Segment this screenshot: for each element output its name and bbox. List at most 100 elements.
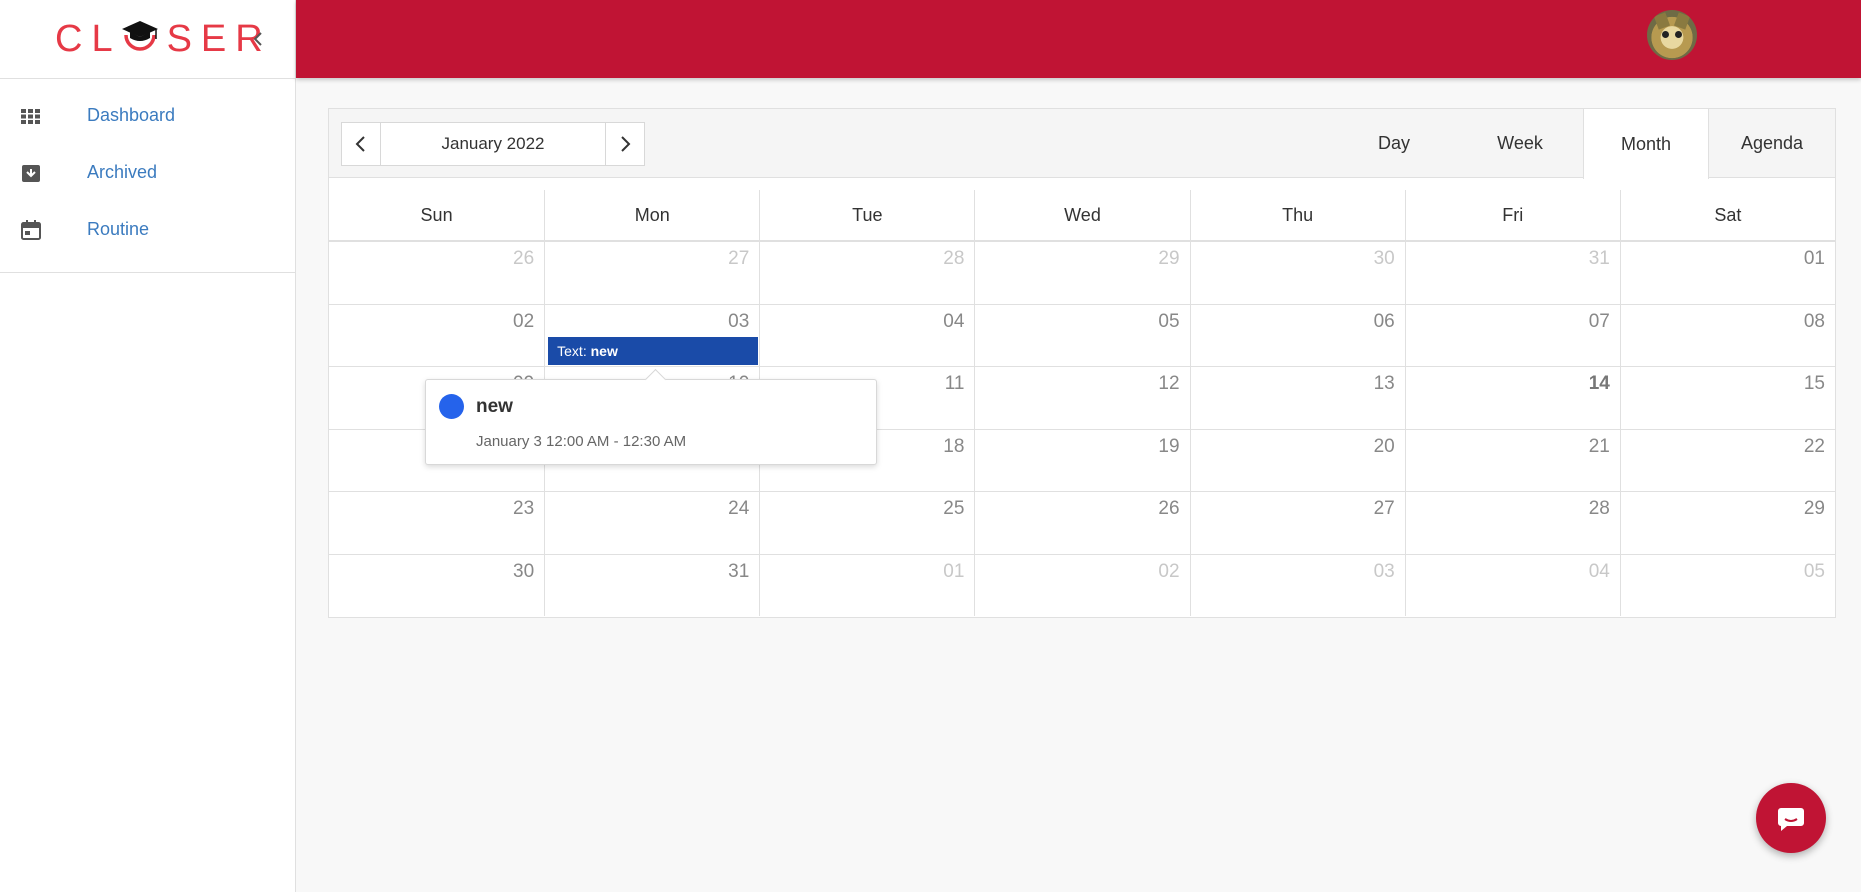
day-number: 26 — [513, 248, 535, 269]
avatar-ear — [1673, 12, 1691, 30]
month-calendar: January 2022 Day Week Month Agenda Sun M… — [328, 108, 1836, 618]
day-number: 30 — [513, 560, 535, 582]
day-cell[interactable]: 04 — [759, 303, 975, 366]
previous-month-button[interactable] — [342, 123, 380, 165]
logo-text-left: CL — [55, 18, 122, 60]
avatar-eye — [1662, 31, 1669, 38]
chevron-right-icon — [621, 136, 631, 152]
day-cell-today[interactable]: 14 — [1404, 366, 1620, 429]
day-cell[interactable]: 25 — [759, 491, 975, 554]
day-cell[interactable]: 31 — [1404, 241, 1620, 304]
view-week-tab[interactable]: Week — [1457, 109, 1583, 178]
day-number: 29 — [1158, 248, 1180, 269]
day-cell[interactable]: 29 — [1619, 491, 1835, 554]
day-cell[interactable]: 27 — [1189, 491, 1405, 554]
day-cell[interactable]: 26 — [974, 491, 1190, 554]
period-navigator: January 2022 — [341, 122, 645, 166]
day-cell[interactable]: 30 — [1189, 241, 1405, 304]
day-cell[interactable]: 08 — [1619, 303, 1835, 366]
day-cell[interactable]: 01 — [759, 553, 975, 616]
avatar-ear — [1653, 12, 1671, 30]
day-cell[interactable]: 31 — [544, 553, 760, 616]
sidebar-item-label: Archived — [87, 162, 158, 182]
day-number: 19 — [1158, 435, 1180, 457]
view-day-tab[interactable]: Day — [1331, 109, 1457, 178]
day-number: 29 — [1803, 498, 1825, 519]
day-cell[interactable]: 01 — [1619, 241, 1835, 304]
day-cell[interactable]: 04 — [1404, 553, 1620, 616]
current-period-label: January 2022 — [380, 123, 606, 165]
user-avatar[interactable] — [1647, 10, 1697, 60]
day-number: 01 — [1803, 248, 1825, 269]
day-cell[interactable]: 26 — [329, 241, 545, 304]
avatar-eye — [1675, 31, 1682, 38]
day-number: 18 — [943, 435, 965, 457]
day-cell[interactable]: 02 — [974, 553, 1190, 616]
day-cell[interactable]: 12 — [974, 366, 1190, 429]
day-number: 01 — [943, 560, 965, 582]
sidebar-nav: Dashboard Archived Routine — [0, 79, 295, 273]
day-cell[interactable]: 05 — [974, 303, 1190, 366]
day-cell[interactable]: 03 Text: new — [544, 303, 760, 366]
day-number: 15 — [1803, 373, 1825, 394]
day-number: 02 — [1158, 560, 1180, 582]
graduation-cap-icon — [121, 21, 158, 57]
sidebar-item-dashboard[interactable]: Dashboard — [0, 87, 295, 144]
day-cell[interactable]: 28 — [1404, 491, 1620, 554]
chat-bubble-icon — [1778, 808, 1804, 831]
chat-launcher-button[interactable] — [1756, 783, 1826, 853]
weekday-label: Sun — [329, 190, 545, 241]
day-number: 27 — [728, 248, 750, 269]
view-month-tab[interactable]: Month — [1583, 109, 1709, 179]
day-cell[interactable]: 15 — [1619, 366, 1835, 429]
day-cell[interactable]: 28 — [759, 241, 975, 304]
day-number: 08 — [1803, 310, 1825, 332]
day-cell[interactable]: 30 — [329, 553, 545, 617]
day-number: 07 — [1588, 310, 1610, 332]
day-number: 22 — [1803, 435, 1825, 457]
day-cell[interactable]: 07 — [1404, 303, 1620, 366]
event-tooltip: new January 3 12:00 AM - 12:30 AM — [425, 379, 877, 465]
day-cell[interactable]: 20 — [1189, 428, 1405, 491]
sidebar-item-label: Dashboard — [87, 105, 176, 125]
day-cell[interactable]: 27 — [544, 241, 760, 304]
day-number: 25 — [943, 498, 965, 519]
day-number: 26 — [1158, 498, 1180, 519]
chevron-left-icon — [355, 136, 365, 152]
weekday-label: Tue — [759, 190, 975, 241]
day-cell[interactable]: 03 — [1189, 553, 1405, 616]
day-number: 14 — [1588, 373, 1610, 394]
day-cell[interactable]: 23 — [329, 491, 545, 554]
day-number: 24 — [728, 498, 750, 519]
day-number: 03 — [728, 310, 750, 332]
day-cell[interactable]: 24 — [544, 491, 760, 554]
calendar-toolbar: January 2022 Day Week Month Agenda — [329, 109, 1835, 179]
day-cell[interactable]: 22 — [1619, 428, 1835, 491]
app-logo[interactable]: CL SER — [55, 14, 272, 64]
day-number: 03 — [1373, 560, 1395, 582]
day-cell[interactable]: 05 — [1619, 553, 1835, 616]
day-number: 11 — [944, 373, 965, 394]
day-number: 21 — [1588, 435, 1610, 457]
calendar-event[interactable]: Text: new — [548, 336, 759, 365]
tooltip-title: new — [476, 396, 513, 417]
day-cell[interactable]: 13 — [1189, 366, 1405, 429]
brand-header: CL SER — [0, 0, 295, 79]
sidebar-item-archived[interactable]: Archived — [0, 144, 295, 201]
day-cell[interactable]: 02 — [329, 303, 545, 367]
day-cell[interactable]: 21 — [1404, 428, 1620, 491]
day-cell[interactable]: 29 — [974, 241, 1190, 304]
day-cell[interactable]: 19 — [974, 428, 1190, 491]
day-number: 05 — [1158, 310, 1180, 332]
day-number: 05 — [1803, 560, 1825, 582]
day-number: 06 — [1373, 310, 1395, 332]
next-month-button[interactable] — [606, 123, 644, 165]
view-agenda-tab[interactable]: Agenda — [1709, 109, 1835, 178]
collapse-sidebar-chevron-left-icon[interactable] — [248, 24, 268, 54]
day-number: 12 — [1158, 373, 1180, 394]
day-number: 20 — [1373, 435, 1395, 457]
weekday-label: Fri — [1404, 190, 1620, 241]
archive-icon — [20, 162, 42, 184]
day-cell[interactable]: 06 — [1189, 303, 1405, 366]
sidebar-item-routine[interactable]: Routine — [0, 201, 295, 258]
